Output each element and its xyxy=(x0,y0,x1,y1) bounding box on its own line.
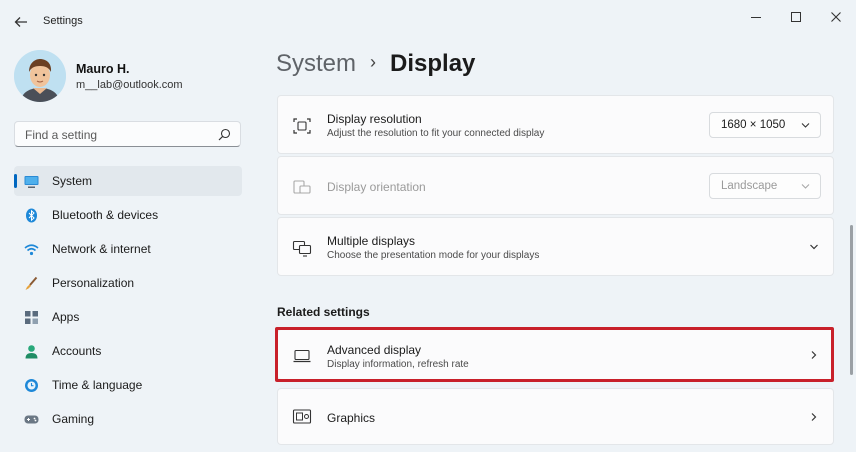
sidebar-item-personalization[interactable]: Personalization xyxy=(14,268,242,298)
sidebar-item-system[interactable]: System xyxy=(14,166,242,196)
sidebar-item-bluetooth[interactable]: Bluetooth & devices xyxy=(14,200,242,230)
resolution-value: 1680 × 1050 xyxy=(721,119,786,131)
search-icon[interactable] xyxy=(218,128,231,141)
chevron-right-icon xyxy=(811,413,817,421)
app-title: Settings xyxy=(43,15,83,27)
sidebar-item-apps[interactable]: Apps xyxy=(14,302,242,332)
apps-icon xyxy=(25,311,38,324)
display-resolution-card: Display resolution Adjust the resolution… xyxy=(277,95,834,154)
related-settings-heading: Related settings xyxy=(277,305,370,319)
sidebar-item-gaming[interactable]: Gaming xyxy=(14,404,242,434)
multiple-displays-card[interactable]: Multiple displays Choose the presentatio… xyxy=(277,217,834,276)
resolution-icon xyxy=(293,118,311,134)
resolution-dropdown[interactable]: 1680 × 1050 xyxy=(709,112,821,138)
orientation-value: Landscape xyxy=(721,180,778,192)
laptop-icon xyxy=(293,349,311,363)
globe-clock-icon xyxy=(25,379,38,392)
sidebar-item-label: Network & internet xyxy=(52,242,151,256)
sidebar-nav: System Bluetooth & devices Network & int… xyxy=(14,166,242,438)
sidebar-item-label: Personalization xyxy=(52,276,135,290)
scrollbar[interactable] xyxy=(850,225,853,375)
breadcrumb: System › Display xyxy=(276,50,475,78)
person-icon xyxy=(25,345,38,359)
display-orientation-title: Display orientation xyxy=(327,180,426,194)
sidebar-item-label: System xyxy=(52,174,93,188)
wifi-icon xyxy=(24,244,39,256)
graphics-card[interactable]: Graphics xyxy=(277,388,834,445)
chevron-down-icon xyxy=(801,184,810,189)
sidebar-item-label: Accounts xyxy=(52,344,102,358)
chevron-down-icon[interactable] xyxy=(809,242,819,252)
back-arrow-icon[interactable] xyxy=(12,13,30,31)
sidebar-item-network[interactable]: Network & internet xyxy=(14,234,242,264)
sidebar-item-label: Time & language xyxy=(52,378,143,392)
graphics-icon xyxy=(292,409,312,424)
monitor-icon xyxy=(24,176,39,188)
sidebar-item-label: Bluetooth & devices xyxy=(52,208,159,222)
bluetooth-icon xyxy=(26,208,37,223)
minimize-icon[interactable] xyxy=(746,7,766,27)
maximize-icon[interactable] xyxy=(786,7,806,27)
sidebar-item-time-language[interactable]: Time & language xyxy=(14,370,242,400)
search-input[interactable] xyxy=(23,127,217,143)
advanced-display-subtitle: Display information, refresh rate xyxy=(327,359,469,370)
title-bar: Settings xyxy=(0,0,856,44)
brush-icon xyxy=(25,276,38,290)
avatar-illustration xyxy=(14,50,66,102)
chevron-down-icon xyxy=(801,123,810,128)
avatar[interactable] xyxy=(14,50,66,102)
sidebar-item-accounts[interactable]: Accounts xyxy=(14,336,242,366)
breadcrumb-parent[interactable]: System xyxy=(276,50,356,77)
sidebar-item-label: Apps xyxy=(52,310,80,324)
profile-email: m__lab@outlook.com xyxy=(76,79,183,91)
graphics-title: Graphics xyxy=(327,411,376,425)
display-resolution-subtitle: Adjust the resolution to fit your connec… xyxy=(327,128,545,139)
close-icon[interactable] xyxy=(826,7,846,27)
advanced-display-title: Advanced display xyxy=(327,343,422,357)
profile-name: Mauro H. xyxy=(76,62,130,76)
page-title: Display xyxy=(390,50,476,77)
display-orientation-card: Display orientation Landscape xyxy=(277,156,834,215)
multiple-displays-title: Multiple displays xyxy=(327,234,416,248)
chevron-right-icon xyxy=(811,351,817,359)
advanced-display-card[interactable]: Advanced display Display information, re… xyxy=(277,329,834,380)
multiple-displays-icon xyxy=(292,240,312,257)
sidebar-item-label: Gaming xyxy=(52,412,95,426)
breadcrumb-separator: › xyxy=(370,52,377,72)
orientation-icon xyxy=(293,180,311,194)
multiple-displays-subtitle: Choose the presentation mode for your di… xyxy=(327,250,540,261)
orientation-dropdown[interactable]: Landscape xyxy=(709,173,821,199)
gamepad-icon xyxy=(24,415,39,424)
display-resolution-title: Display resolution xyxy=(327,112,422,126)
search-box[interactable] xyxy=(14,121,241,147)
